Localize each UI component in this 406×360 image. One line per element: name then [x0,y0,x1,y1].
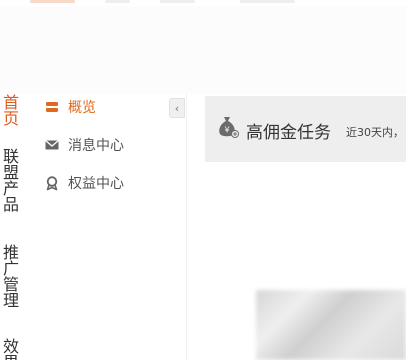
panel-title: 高佣金任务 [246,123,331,143]
main-nav-item-products[interactable]: 联盟产品 [0,148,19,228]
sidebar-collapse-button[interactable]: ‹ [169,98,185,118]
header-area [0,6,406,94]
chevron-left-icon: ‹ [174,101,180,115]
main-nav: 首页 联盟产品 推广管理 效果报表 [0,94,22,360]
sidebar-item-messages[interactable]: 消息中心 [44,134,124,156]
mail-icon [44,137,60,153]
sidebar-item-label: 概览 [68,100,96,116]
main-nav-item-promotion[interactable]: 推广管理 [0,244,19,324]
sidebar-item-label: 权益中心 [68,176,124,192]
sub-sidebar: 概览 消息中心 权益中心 [22,94,204,360]
dashboard-icon [44,99,60,115]
top-nav-item-fragment [160,0,195,3]
svg-text:¥: ¥ [224,126,229,135]
sidebar-item-label: 消息中心 [68,138,124,154]
top-nav-item-fragment [240,0,295,3]
blurred-image [256,290,406,360]
sidebar-item-overview[interactable]: 概览 [44,96,96,118]
panel-subtitle: 近30天内， [346,126,404,139]
main-nav-item-reports[interactable]: 效果报表 [0,338,19,360]
sidebar-divider [186,94,187,360]
high-commission-task-panel: ¥ 高佣金任务 近30天内， [205,96,406,162]
main-nav-item-home[interactable]: 首页 [0,94,19,136]
top-nav-item-fragment [105,0,130,3]
sidebar-item-benefits[interactable]: 权益中心 [44,172,124,194]
badge-icon [44,175,60,191]
money-bag-icon: ¥ [215,114,241,140]
top-nav-logo-fragment [30,0,75,3]
